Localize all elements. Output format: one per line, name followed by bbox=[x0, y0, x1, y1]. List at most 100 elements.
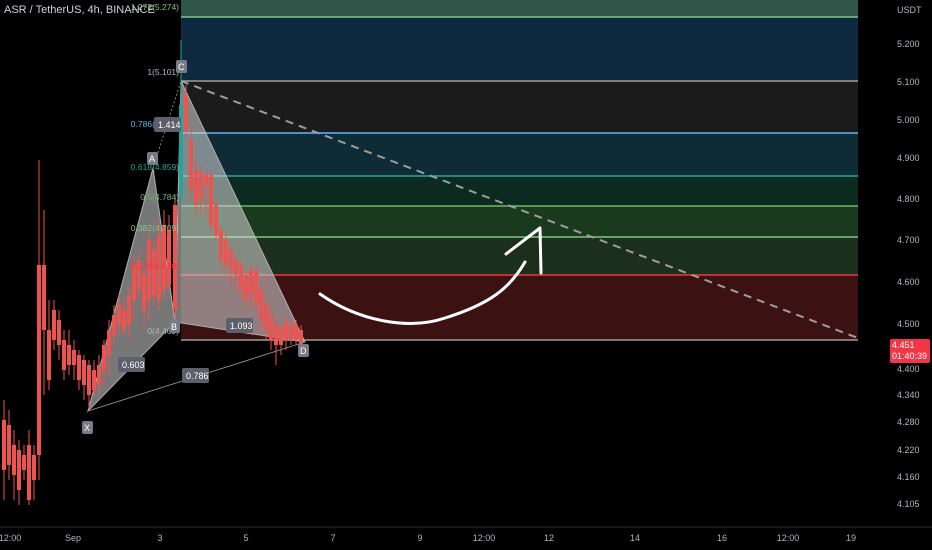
candle-body bbox=[234, 260, 238, 275]
candle-body bbox=[42, 265, 46, 330]
candle-body bbox=[289, 325, 293, 340]
candle-body bbox=[2, 420, 6, 470]
candle-body bbox=[47, 330, 51, 380]
candle-body bbox=[67, 345, 71, 365]
candle-body bbox=[32, 455, 36, 480]
svg-text:4.700: 4.700 bbox=[897, 235, 920, 245]
point-a-label: A bbox=[149, 154, 155, 164]
candle-body bbox=[254, 270, 258, 305]
fib-zone-green bbox=[181, 206, 858, 237]
price-axis[interactable]: USDT 5.200 5.100 5.000 4.900 4.800 4.700… bbox=[897, 5, 922, 509]
candle-body bbox=[184, 95, 188, 130]
candle-body bbox=[279, 328, 283, 345]
fib-zone-blue bbox=[181, 17, 858, 81]
candle-body bbox=[269, 315, 273, 340]
candle-body bbox=[52, 310, 56, 340]
candle-body bbox=[214, 205, 218, 235]
ratio-abc: 1.414 bbox=[158, 120, 181, 130]
price-axis-currency: USDT bbox=[897, 5, 922, 15]
candle-body bbox=[167, 230, 171, 285]
fib-zone-top bbox=[181, 0, 858, 17]
candle-body bbox=[294, 325, 298, 340]
candle-body bbox=[72, 350, 76, 365]
svg-text:14: 14 bbox=[630, 533, 640, 543]
candle-body bbox=[77, 355, 81, 380]
candle-body bbox=[127, 295, 131, 325]
fib-retracement[interactable] bbox=[181, 0, 858, 341]
candle-body bbox=[27, 445, 31, 500]
svg-text:12:00: 12:00 bbox=[777, 533, 800, 543]
candle-body bbox=[189, 140, 193, 190]
candle-body bbox=[244, 275, 248, 300]
candle-body bbox=[219, 230, 223, 260]
candle-body bbox=[112, 315, 116, 335]
candle-body bbox=[204, 175, 208, 185]
candle-body bbox=[264, 305, 268, 330]
candle-body bbox=[57, 320, 61, 345]
svg-text:5.200: 5.200 bbox=[897, 39, 920, 49]
point-c-label: C bbox=[178, 62, 185, 72]
svg-text:7: 7 bbox=[330, 533, 335, 543]
svg-text:5.100: 5.100 bbox=[897, 77, 920, 87]
candle-body bbox=[37, 265, 41, 455]
symbol-title[interactable]: ASR / TetherUS, 4h, BINANCE bbox=[4, 4, 155, 16]
fib-label-0236: 0.236(4.618) bbox=[131, 261, 179, 271]
candle-body bbox=[259, 290, 263, 320]
candle-body bbox=[117, 305, 121, 325]
fib-zone-darkgreen bbox=[181, 176, 858, 206]
svg-text:4.600: 4.600 bbox=[897, 277, 920, 287]
svg-text:4.160: 4.160 bbox=[897, 472, 920, 482]
candle-body bbox=[173, 205, 177, 310]
svg-text:4.500: 4.500 bbox=[897, 319, 920, 329]
svg-text:12:00: 12:00 bbox=[0, 533, 21, 543]
svg-text:19: 19 bbox=[846, 533, 856, 543]
svg-text:4.800: 4.800 bbox=[897, 194, 920, 204]
svg-text:3: 3 bbox=[157, 533, 162, 543]
fib-label-0382: 0.382(4.709) bbox=[131, 223, 179, 233]
fib-label-05: 0.5(4.784) bbox=[140, 192, 179, 202]
svg-text:5.000: 5.000 bbox=[897, 115, 920, 125]
candle-body bbox=[12, 445, 16, 475]
svg-text:12:00: 12:00 bbox=[473, 533, 496, 543]
svg-text:9: 9 bbox=[417, 533, 422, 543]
candle-body bbox=[274, 325, 278, 345]
ratio-xad: 0.786 bbox=[186, 371, 209, 381]
point-d-label: D bbox=[300, 346, 307, 356]
svg-text:4.220: 4.220 bbox=[897, 445, 920, 455]
candle-body bbox=[284, 322, 288, 340]
time-axis[interactable]: 12:00 Sep 3 5 7 9 12:00 12 14 16 12:00 1… bbox=[0, 533, 856, 543]
candle-body bbox=[249, 270, 253, 295]
price-chart[interactable]: USDT 5.200 5.100 5.000 4.900 4.800 4.700… bbox=[0, 0, 932, 550]
candle-body bbox=[152, 250, 156, 295]
candle-body bbox=[229, 250, 233, 270]
candle-body bbox=[239, 265, 243, 290]
candle-body bbox=[107, 330, 111, 355]
current-price-countdown: 01:40:39 bbox=[892, 351, 928, 361]
current-price-tag: 4.451 01:40:39 bbox=[890, 339, 930, 363]
candle-body bbox=[82, 360, 86, 385]
candle-body bbox=[92, 370, 96, 390]
point-x-label: X bbox=[84, 423, 90, 433]
candle-body bbox=[224, 240, 228, 265]
candle-body bbox=[22, 455, 26, 470]
svg-text:4.400: 4.400 bbox=[897, 364, 920, 374]
candle-body bbox=[194, 170, 198, 205]
candle-body bbox=[7, 425, 11, 465]
candle-body bbox=[87, 365, 91, 395]
fib-zone-gray bbox=[181, 81, 858, 133]
svg-text:4.280: 4.280 bbox=[897, 417, 920, 427]
ratio-xab: 0.603 bbox=[122, 360, 145, 370]
svg-text:4.900: 4.900 bbox=[897, 153, 920, 163]
ratio-bcd: 1.093 bbox=[230, 321, 253, 331]
candle-body bbox=[122, 310, 126, 330]
svg-text:16: 16 bbox=[717, 533, 727, 543]
candle-body bbox=[17, 450, 21, 490]
svg-text:12: 12 bbox=[544, 533, 554, 543]
point-b-label: B bbox=[171, 322, 177, 332]
fib-zone-teal bbox=[181, 133, 858, 176]
svg-text:5: 5 bbox=[243, 533, 248, 543]
candle-body bbox=[97, 365, 101, 385]
fib-label-1: 1(5.101) bbox=[147, 67, 179, 77]
candle-body bbox=[142, 275, 146, 310]
candle-body bbox=[209, 175, 213, 225]
